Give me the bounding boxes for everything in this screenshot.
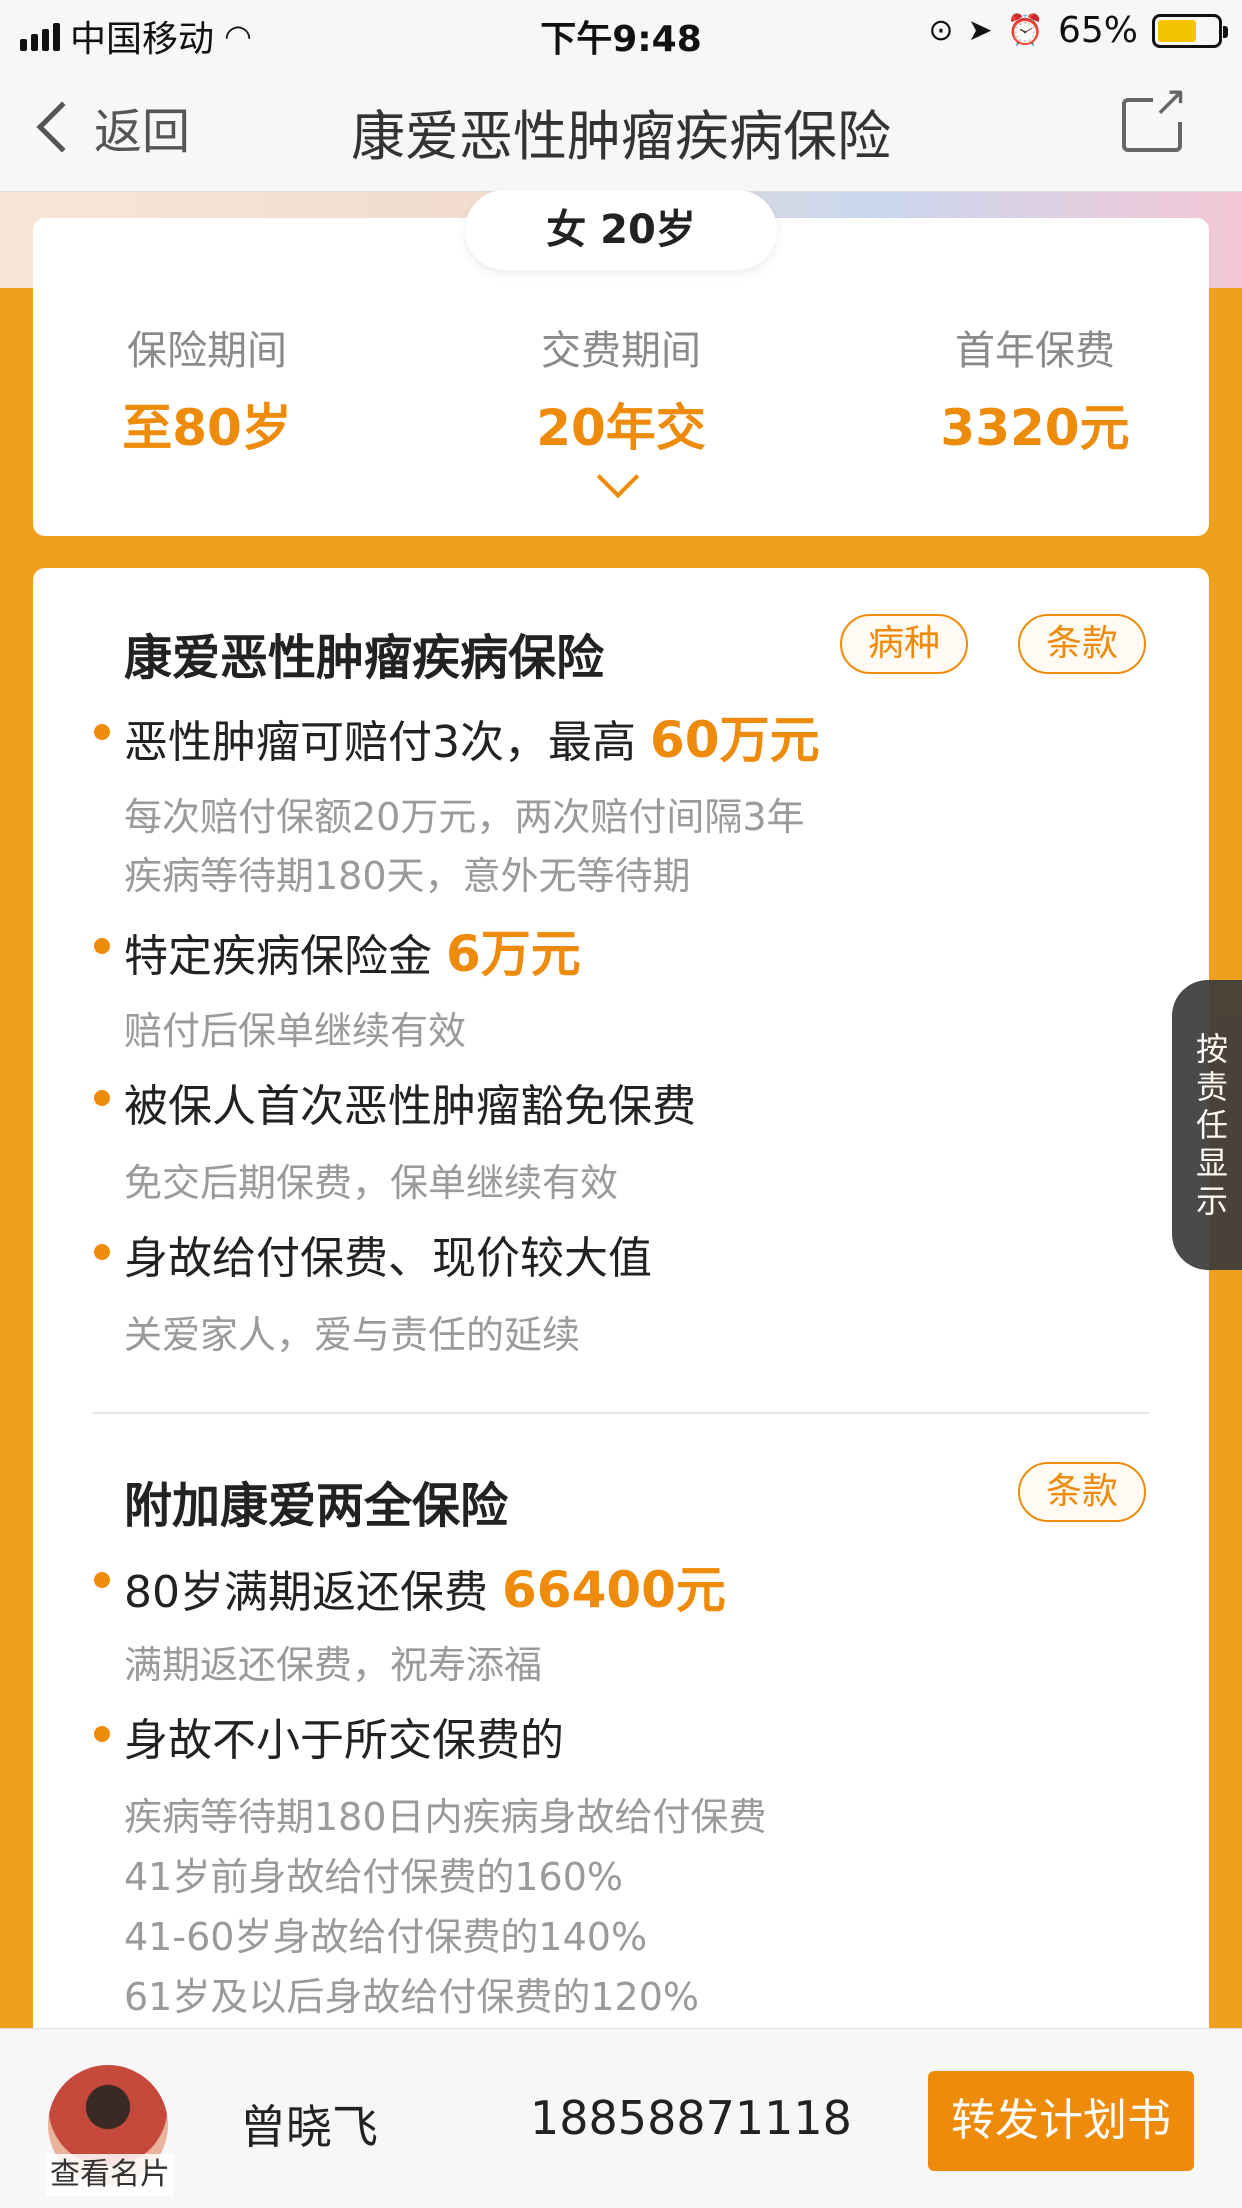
insured-pill: 女 20岁 bbox=[465, 190, 777, 270]
bullet-dot bbox=[94, 1572, 110, 1588]
benefit-note: 关爱家人，爱与责任的延续 bbox=[124, 1313, 581, 1357]
show-by-responsibility-tab[interactable]: 按 责 任 显 示 bbox=[1172, 980, 1242, 1270]
benefit-note: 每次赔付保额20万元，两次赔付间隔3年 bbox=[124, 795, 805, 839]
terms-button[interactable]: 条款 bbox=[1018, 614, 1147, 674]
summary-stats: 保险期间 至80岁 交费期间 20年交 首年保费 3320元 bbox=[0, 318, 1242, 460]
benefit-note: 免交后期保费，保单继续有效 bbox=[124, 1161, 619, 1205]
location-icon: ➤ bbox=[967, 13, 993, 48]
benefit-note: 疾病等待期180日内疾病身故给付保费 bbox=[124, 1795, 767, 1839]
orientation-lock-icon: ⊙ bbox=[928, 13, 954, 48]
benefit-note: 赔付后保单继续有效 bbox=[124, 1009, 467, 1053]
benefit-highlight: 66400元 bbox=[501, 1561, 726, 1619]
bullet-dot bbox=[94, 1726, 110, 1742]
status-bar: 中国移动 ◠ 下午9:48 ⊙ ➤ ⏰ 65% bbox=[0, 0, 1242, 62]
rider-terms-button[interactable]: 条款 bbox=[1018, 1462, 1147, 1522]
battery-percent: 65% bbox=[1057, 10, 1138, 51]
stat-coverage-period: 保险期间 至80岁 bbox=[0, 318, 414, 460]
benefit-note: 41-60岁身故给付保费的140% bbox=[124, 1915, 648, 1959]
rider-product-title: 附加康爱两全保险 bbox=[124, 1478, 509, 1534]
benefit-item: 身故给付保费、现价较大值 bbox=[124, 1233, 652, 1284]
benefit-item: 80岁满期返还保费 66400元 bbox=[124, 1561, 726, 1619]
benefit-note: 疾病等待期180天，意外无等待期 bbox=[124, 854, 691, 898]
stat-value: 至80岁 bbox=[122, 399, 292, 457]
benefit-note: 41岁前身故给付保费的160% bbox=[124, 1855, 623, 1899]
stat-label: 保险期间 bbox=[127, 328, 287, 374]
disease-list-button[interactable]: 病种 bbox=[840, 614, 969, 674]
benefit-item: 恶性肿瘤可赔付3次，最高 60万元 bbox=[124, 711, 820, 769]
share-icon[interactable] bbox=[1122, 80, 1188, 152]
bullet-dot bbox=[94, 1244, 110, 1260]
nav-bar: 返回 康爱恶性肿瘤疾病保险 bbox=[0, 62, 1242, 192]
alarm-icon: ⏰ bbox=[1006, 13, 1044, 48]
bullet-dot bbox=[94, 938, 110, 954]
forward-plan-button[interactable]: 转发计划书 bbox=[928, 2071, 1194, 2171]
benefit-item: 身故不小于所交保费的 bbox=[124, 1715, 564, 1766]
main-product-title: 康爱恶性肿瘤疾病保险 bbox=[124, 630, 605, 686]
status-right: ⊙ ➤ ⏰ 65% bbox=[928, 10, 1228, 51]
stat-label: 首年保费 bbox=[955, 328, 1115, 374]
benefit-item: 特定疾病保险金 6万元 bbox=[124, 925, 581, 983]
bullet-dot bbox=[94, 1090, 110, 1106]
benefit-item: 被保人首次恶性肿瘤豁免保费 bbox=[124, 1081, 696, 1132]
section-divider bbox=[92, 1412, 1150, 1414]
bullet-dot bbox=[94, 724, 110, 740]
battery-icon bbox=[1152, 13, 1228, 48]
view-card-link[interactable]: 查看名片 bbox=[46, 2154, 174, 2196]
stat-value: 3320元 bbox=[940, 399, 1130, 457]
stat-value: 20年交 bbox=[536, 399, 706, 457]
benefit-note: 满期返还保费，祝寿添福 bbox=[124, 1643, 543, 1687]
agent-name: 曾晓飞 bbox=[240, 2100, 378, 2154]
page-title: 康爱恶性肿瘤疾病保险 bbox=[351, 105, 891, 168]
benefit-note: 61岁及以后身故给付保费的120% bbox=[124, 1975, 699, 2019]
agent-bar: 查看名片 曾晓飞 18858871118 转发计划书 bbox=[0, 2028, 1242, 2208]
benefit-highlight: 6万元 bbox=[446, 925, 581, 983]
benefit-highlight: 60万元 bbox=[649, 711, 820, 769]
stat-payment-period: 交费期间 20年交 bbox=[414, 318, 828, 460]
stat-label: 交费期间 bbox=[541, 328, 701, 374]
stat-first-year-premium: 首年保费 3320元 bbox=[828, 318, 1242, 460]
agent-phone[interactable]: 18858871118 bbox=[530, 2091, 852, 2145]
